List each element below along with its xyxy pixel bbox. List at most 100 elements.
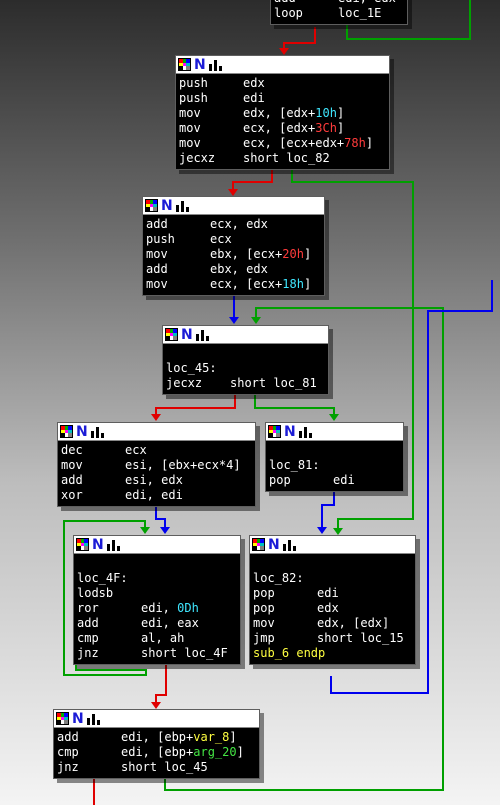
asm-line[interactable]: add edi, [ebp+var_8] [57,730,256,745]
code-block[interactable]: Nloc_82: pop edi pop edx mov edx, [edx] jmp shor… [249,535,416,665]
operand: ] [229,730,237,744]
color-palette-icon[interactable] [145,199,158,212]
block-header: N [266,423,403,441]
asm-line[interactable] [166,346,325,361]
mnemonic: mov [179,136,201,150]
block-header: N [143,197,324,215]
asm-line[interactable] [269,443,400,458]
rename-icon[interactable]: N [76,425,88,439]
code-block[interactable]: Nloc_81: pop edi [265,422,404,492]
mnemonic: jecxz [166,376,203,390]
mnemonic: push [146,232,175,246]
asm-line[interactable]: dec ecx [61,443,252,458]
mnemonic: mov [179,106,201,120]
rename-icon[interactable]: N [161,199,173,213]
code-block[interactable]: Ndec ecx mov esi, [ebx+ecx*4] add esi, edx xor… [57,422,256,507]
color-palette-icon[interactable] [76,538,89,551]
asm-line[interactable]: loop loc_1E [274,6,404,21]
operand: 0Dh [177,601,199,615]
asm-line[interactable]: loc_82: [253,571,412,586]
asm-line[interactable]: loc_45: [166,361,325,376]
color-palette-icon[interactable] [60,425,73,438]
asm-line[interactable]: mov ecx, [ecx+edx+78h] [179,136,386,151]
asm-line[interactable]: mov edx, [edx+10h] [179,106,386,121]
operand: ] [365,136,374,150]
asm-line[interactable]: mov ecx, [ecx+18h] [146,277,321,292]
operand: ebx, edx [210,262,268,276]
asm-line[interactable]: cmp al, ah [77,631,237,646]
asm-line[interactable]: lodsb [77,586,237,601]
graph-icon[interactable] [90,426,107,438]
mnemonic: mov [253,616,275,630]
operand: edi, [141,601,178,615]
asm-line[interactable] [77,556,237,571]
operand: edi [333,473,355,487]
rename-icon[interactable]: N [194,58,206,72]
graph-icon[interactable] [195,329,212,341]
code-block[interactable]: Nloc_4F: lodsb ror edi, 0Dh add edi, eax cmp al… [73,535,241,665]
operand: 10h [315,106,337,120]
graph-icon[interactable] [298,426,315,438]
asm-label: loc_4F: [77,571,128,585]
asm-line[interactable]: jnz short loc_4F [77,646,237,661]
asm-line[interactable]: xor edi, edi [61,488,252,503]
operand: edx, [edx] [317,616,390,630]
asm-line[interactable]: cmp edi, [ebp+arg_20] [57,745,256,760]
mnemonic: ror [77,601,99,615]
graph-icon[interactable] [208,59,225,71]
graph-icon[interactable] [86,713,103,725]
rename-icon[interactable]: N [268,538,280,552]
asm-line[interactable]: sub_6 endp [253,646,412,661]
code-block[interactable]: Nloc_45: jecxz short loc_81 [162,325,329,395]
asm-line[interactable]: mov ebx, [ecx+20h] [146,247,321,262]
code-block[interactable]: addedi, edxlooploc_1E [270,0,408,25]
asm-line[interactable]: push edx [179,76,386,91]
asm-line[interactable]: add ecx, edx [146,217,321,232]
asm-line[interactable]: loc_81: [269,458,400,473]
graph-icon[interactable] [282,539,299,551]
color-palette-icon[interactable] [56,712,69,725]
asm-line[interactable]: pop edi [269,473,400,488]
mnemonic: xor [61,488,83,502]
operand: edi, [ebp+ [121,745,194,759]
code-block[interactable]: Npush edx push edi mov edx, [edx+10h] mov ecx, … [175,55,390,170]
color-palette-icon[interactable] [165,328,178,341]
rename-icon[interactable]: N [284,425,296,439]
graph-icon[interactable] [175,200,192,212]
asm-line[interactable]: jmp short loc_15 [253,631,412,646]
asm-line[interactable]: mov esi, [ebx+ecx*4] [61,458,252,473]
asm-line[interactable]: add edi, eax [77,616,237,631]
operand: var_8 [193,730,230,744]
asm-line[interactable]: mov edx, [edx] [253,616,412,631]
color-palette-icon[interactable] [268,425,281,438]
asm-line[interactable]: add ebx, edx [146,262,321,277]
asm-line[interactable]: pop edi [253,586,412,601]
operand: ecx, [edx+ [243,121,316,135]
asm-line[interactable]: jecxz short loc_82 [179,151,386,166]
color-palette-icon[interactable] [252,538,265,551]
mnemonic: add [146,217,168,231]
asm-line[interactable]: push edi [179,91,386,106]
asm-line[interactable]: mov ecx, [edx+3Ch] [179,121,386,136]
block-header: N [250,536,415,554]
operand: ecx, [ecx+edx+ [243,136,345,150]
color-palette-icon[interactable] [178,58,191,71]
rename-icon[interactable]: N [72,712,84,726]
rename-icon[interactable]: N [181,328,193,342]
asm-line[interactable]: ror edi, 0Dh [77,601,237,616]
mnemonic: jnz [77,646,99,660]
asm-line[interactable]: jecxz short loc_81 [166,376,325,391]
operand: ] [303,277,312,291]
asm-line[interactable]: push ecx [146,232,321,247]
block-header: N [163,326,328,344]
code-block[interactable]: Nadd edi, [ebp+var_8] cmp edi, [ebp+arg_20]… [53,709,260,779]
graph-icon[interactable] [106,539,123,551]
asm-line[interactable] [253,556,412,571]
asm-line[interactable]: loc_4F: [77,571,237,586]
asm-line[interactable]: pop edx [253,601,412,616]
operand: 3Ch [315,121,337,135]
code-block[interactable]: Nadd ecx, edx push ecx mov ebx, [ecx+20h] add e… [142,196,325,296]
asm-line[interactable]: add esi, edx [61,473,252,488]
rename-icon[interactable]: N [92,538,104,552]
asm-line[interactable]: jnz short loc_45 [57,760,256,775]
